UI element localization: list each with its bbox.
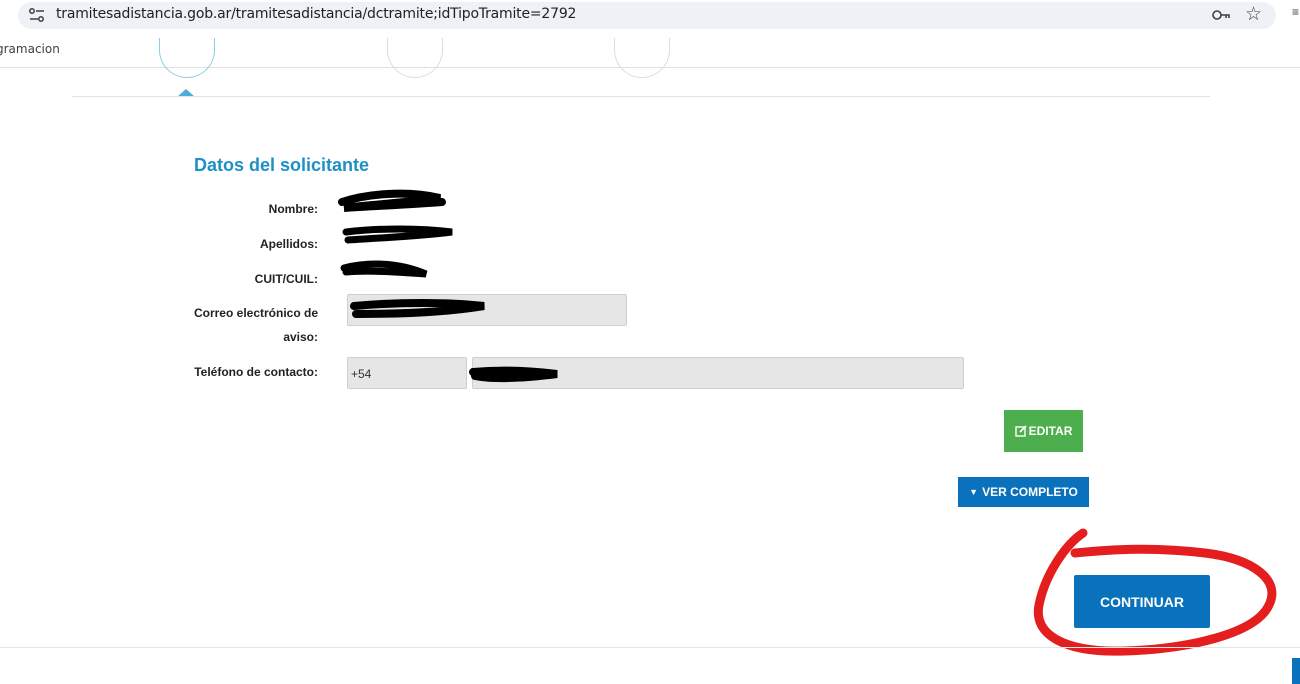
step-2-circle bbox=[387, 38, 443, 78]
caret-down-icon: ▼ bbox=[969, 487, 979, 497]
nombre-label: Nombre: bbox=[268, 202, 318, 216]
step-1-circle bbox=[159, 38, 215, 78]
password-key-icon[interactable] bbox=[1211, 7, 1231, 23]
continuar-label: CONTINUAR bbox=[1100, 593, 1184, 610]
cuit-redaction bbox=[340, 260, 428, 278]
footer-divider bbox=[0, 647, 1300, 648]
bookmark-star-icon[interactable]: ☆ bbox=[1245, 3, 1262, 26]
phone-prefix-value: +54 bbox=[351, 367, 372, 381]
correo-label-line2: aviso: bbox=[283, 330, 318, 344]
section-title: Datos del solicitante bbox=[194, 155, 370, 175]
url-text[interactable]: tramitesadistancia.gob.ar/tramitesadista… bbox=[56, 6, 576, 22]
browser-address-bar: tramitesadistancia.gob.ar/tramitesadista… bbox=[0, 0, 1300, 32]
site-info-icon[interactable] bbox=[28, 7, 46, 23]
bookmark-item[interactable]: gramacion bbox=[0, 42, 60, 56]
telefono-label: Teléfono de contacto: bbox=[194, 365, 318, 379]
editar-button[interactable]: EDITAR bbox=[1004, 410, 1083, 452]
phone-number-field[interactable] bbox=[472, 357, 964, 389]
correo-label-line1: Correo electrónico de bbox=[193, 306, 318, 320]
editar-label: EDITAR bbox=[1028, 424, 1073, 438]
email-field[interactable] bbox=[347, 294, 627, 326]
apellidos-redaction bbox=[342, 225, 453, 244]
phone-prefix-field[interactable]: +54 bbox=[347, 357, 467, 389]
edit-icon bbox=[1014, 425, 1027, 437]
apellidos-label: Apellidos: bbox=[259, 237, 318, 251]
stepper-divider bbox=[72, 96, 1210, 97]
continuar-button[interactable]: CONTINUAR bbox=[1074, 575, 1210, 628]
ver-completo-button[interactable]: ▼ VER COMPLETO bbox=[958, 477, 1089, 507]
step-3-circle bbox=[614, 38, 670, 78]
cuit-label: CUIT/CUIL: bbox=[254, 272, 318, 286]
nombre-redaction bbox=[338, 189, 446, 212]
menu-icon[interactable]: ≡ bbox=[1292, 5, 1299, 19]
ver-completo-label: VER COMPLETO bbox=[982, 485, 1078, 499]
corner-tab[interactable] bbox=[1292, 658, 1300, 684]
